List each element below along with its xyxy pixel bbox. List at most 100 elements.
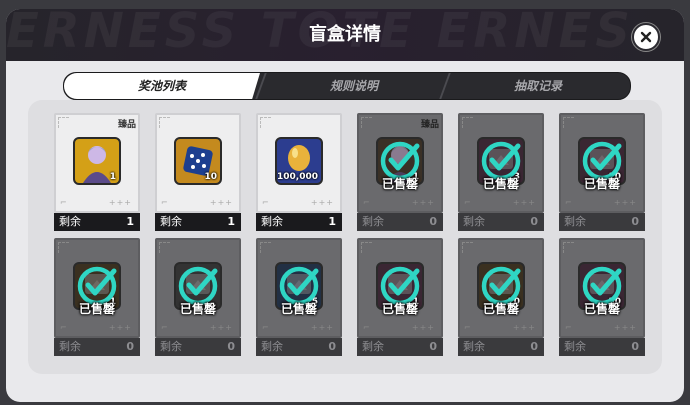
- card-deco-dots: +++: [512, 198, 536, 207]
- title-bar: ERNESS TOTE ERNES 盲盒详情: [6, 9, 684, 61]
- card-deco-dots: +++: [209, 323, 233, 332]
- prize-card[interactable]: 1 已售罄 ⌐ +++ 剩余 0: [54, 238, 140, 356]
- card-deco-dots: +++: [108, 198, 132, 207]
- sold-out-label: 已售罄: [583, 302, 620, 316]
- prize-card[interactable]: 臻品 1 已售罄 ⌐ +++ 剩余 0: [357, 113, 443, 231]
- remaining-bar: 剩余 0: [256, 338, 342, 356]
- precious-badge: 臻品: [420, 120, 439, 130]
- card-corner-mark: [260, 117, 271, 128]
- card-footer-mark: ⌐: [565, 198, 572, 207]
- card-corner-mark: [361, 242, 372, 253]
- remaining-bar: 剩余 0: [155, 338, 241, 356]
- card-footer-mark: ⌐: [262, 323, 269, 332]
- remaining-label: 剩余: [59, 340, 81, 353]
- close-icon: [640, 31, 652, 43]
- sold-out-label: 已售罄: [78, 302, 115, 316]
- remaining-count: 0: [227, 340, 235, 353]
- card-deco-dots: +++: [411, 323, 435, 332]
- tab-prize-pool[interactable]: 奖池列表: [64, 73, 260, 99]
- remaining-label: 剩余: [463, 215, 485, 228]
- card-corner-mark: [159, 117, 170, 128]
- prize-card[interactable]: 10 已售罄 ⌐ +++ 剩余 0: [458, 238, 544, 356]
- prize-card[interactable]: 10 ⌐ +++ 剩余 1: [155, 113, 241, 231]
- prize-card[interactable]: 10 已售罄 ⌐ +++ 剩余 0: [559, 113, 645, 231]
- remaining-bar: 剩余 0: [559, 338, 645, 356]
- card-deco-dots: +++: [613, 198, 637, 207]
- prize-card[interactable]: 30 已售罄 ⌐ +++ 剩余 0: [559, 238, 645, 356]
- sold-out-label: 已售罄: [482, 302, 519, 316]
- card-footer-mark: ⌐: [262, 198, 269, 207]
- tab-rules[interactable]: 规则说明: [264, 73, 444, 99]
- card-deco-dots: +++: [411, 198, 435, 207]
- remaining-label: 剩余: [160, 215, 182, 228]
- card-corner-mark: [361, 117, 372, 128]
- dialog-title: 盲盒详情: [309, 24, 381, 45]
- remaining-count: 0: [429, 340, 437, 353]
- card-deco-dots: +++: [209, 198, 233, 207]
- remaining-count: 0: [631, 215, 639, 228]
- blind-box-dialog: ERNESS TOTE ERNES 盲盒详情 奖池列表 规则说明 抽取记录 臻品…: [6, 9, 684, 402]
- prize-card[interactable]: 1 已售罄 ⌐ +++ 剩余 0: [357, 238, 443, 356]
- card-corner-mark: [563, 117, 574, 128]
- card-deco-dots: +++: [310, 198, 334, 207]
- character-portrait-icon: 1: [73, 137, 121, 185]
- card-footer-mark: ⌐: [363, 198, 370, 207]
- prize-card[interactable]: 臻品 1 ⌐ +++ 剩余 1: [54, 113, 140, 231]
- remaining-count: 0: [429, 215, 437, 228]
- sold-out-label: 已售罄: [280, 302, 317, 316]
- item-quantity: 100,000: [277, 172, 318, 182]
- card-deco-dots: +++: [613, 323, 637, 332]
- remaining-label: 剩余: [564, 215, 586, 228]
- remaining-count: 0: [530, 215, 538, 228]
- prize-card[interactable]: 已售罄 ⌐ +++ 剩余 0: [155, 238, 241, 356]
- prize-card[interactable]: 5 已售罄 ⌐ +++ 剩余 0: [256, 238, 342, 356]
- sold-out-label: 已售罄: [381, 177, 418, 191]
- card-corner-mark: [260, 242, 271, 253]
- remaining-label: 剩余: [59, 215, 81, 228]
- remaining-label: 剩余: [362, 215, 384, 228]
- tab-bar: 奖池列表 规则说明 抽取记录: [63, 72, 631, 100]
- remaining-label: 剩余: [261, 215, 283, 228]
- remaining-bar: 剩余 0: [357, 213, 443, 231]
- sold-out-label: 已售罄: [482, 177, 519, 191]
- remaining-count: 1: [227, 215, 235, 228]
- remaining-count: 0: [631, 340, 639, 353]
- remaining-label: 剩余: [564, 340, 586, 353]
- card-corner-mark: [58, 117, 69, 128]
- tab-draw-history[interactable]: 抽取记录: [448, 73, 628, 99]
- dice-icon: 10: [174, 137, 222, 185]
- card-corner-mark: [462, 242, 473, 253]
- card-footer-mark: ⌐: [363, 323, 370, 332]
- remaining-count: 0: [126, 340, 134, 353]
- remaining-bar: 剩余 0: [54, 338, 140, 356]
- remaining-bar: 剩余 1: [256, 213, 342, 231]
- card-footer-mark: ⌐: [464, 323, 471, 332]
- remaining-count: 1: [126, 215, 134, 228]
- item-quantity: 1: [109, 172, 116, 182]
- close-button[interactable]: [632, 23, 660, 51]
- card-corner-mark: [58, 242, 69, 253]
- card-deco-dots: +++: [108, 323, 132, 332]
- remaining-label: 剩余: [362, 340, 384, 353]
- card-corner-mark: [563, 242, 574, 253]
- remaining-label: 剩余: [160, 340, 182, 353]
- precious-badge: 臻品: [117, 120, 136, 130]
- card-footer-mark: ⌐: [60, 323, 67, 332]
- sold-out-label: 已售罄: [179, 302, 216, 316]
- remaining-bar: 剩余 0: [458, 338, 544, 356]
- card-corner-mark: [159, 242, 170, 253]
- prize-card[interactable]: 3 已售罄 ⌐ +++ 剩余 0: [458, 113, 544, 231]
- remaining-bar: 剩余 1: [54, 213, 140, 231]
- sold-out-label: 已售罄: [381, 302, 418, 316]
- remaining-bar: 剩余 0: [559, 213, 645, 231]
- card-footer-mark: ⌐: [161, 198, 168, 207]
- card-footer-mark: ⌐: [161, 323, 168, 332]
- prize-card[interactable]: 100,000 ⌐ +++ 剩余 1: [256, 113, 342, 231]
- card-footer-mark: ⌐: [464, 198, 471, 207]
- remaining-bar: 剩余 1: [155, 213, 241, 231]
- remaining-count: 0: [328, 340, 336, 353]
- remaining-count: 0: [530, 340, 538, 353]
- golden-egg-icon: 100,000: [275, 137, 323, 185]
- card-deco-dots: +++: [310, 323, 334, 332]
- card-corner-mark: [462, 117, 473, 128]
